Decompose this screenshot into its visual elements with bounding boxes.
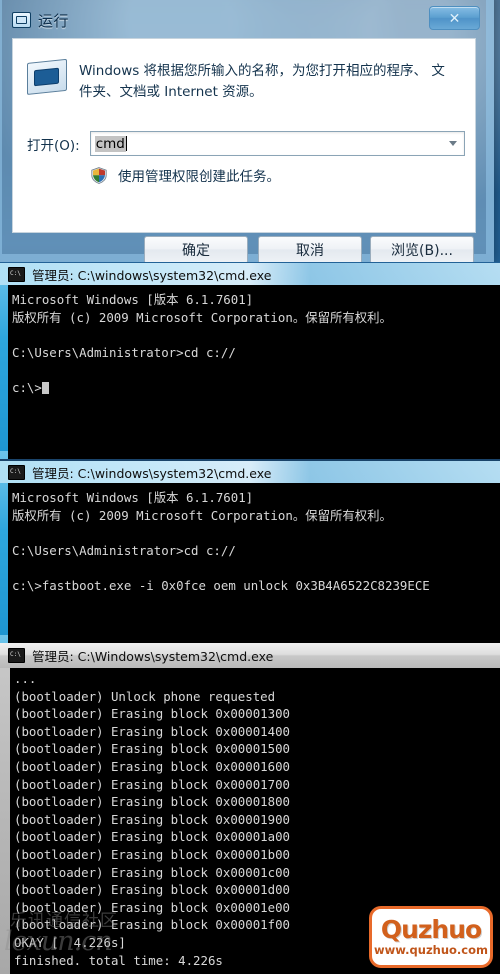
run-dialog-buttonbar: 确定 取消 浏览(B)... xyxy=(12,236,476,262)
quzhuo-logo-title: Quzhuo xyxy=(380,915,482,944)
console-line: (bootloader) Erasing block 0x00001a00 xyxy=(14,829,291,845)
cmd-window-2-titlebar[interactable]: 管理员: C:\windows\system32\cmd.exe xyxy=(0,461,500,483)
quzhuo-logo-url: www.quzhuo.com xyxy=(374,943,488,957)
run-open-row: 打开(O): cmd xyxy=(27,131,465,156)
text-caret xyxy=(125,136,127,151)
cmd-window-2: 管理员: C:\windows\system32\cmd.exe Microso… xyxy=(0,461,500,643)
console-icon xyxy=(8,648,25,663)
console-line: (bootloader) Erasing block 0x00001300 xyxy=(14,706,291,722)
console-cursor xyxy=(41,381,49,394)
shield-icon xyxy=(91,166,107,184)
cmd-window-3-title: 管理员: C:\Windows\system32\cmd.exe xyxy=(32,649,274,664)
console-line: 版权所有 (c) 2009 Microsoft Corporation。保留所有… xyxy=(12,507,392,523)
console-line: (bootloader) Erasing block 0x00001400 xyxy=(14,723,291,739)
run-dialog-window: 运行 ✕ Windows 将根据您所输入的名称，为您打开相应的程序、 文件夹、文… xyxy=(0,0,500,262)
console-line: (bootloader) Erasing block 0x00001900 xyxy=(14,811,291,827)
run-dialog-message-block: Windows 将根据您所输入的名称，为您打开相应的程序、 文件夹、文档或 In… xyxy=(27,58,457,103)
quzhuo-logo-watermark: Quzhuo www.quzhuo.com xyxy=(369,906,493,968)
console-icon xyxy=(8,266,25,282)
console-line: c:\> xyxy=(12,379,500,397)
ok-button[interactable]: 确定 xyxy=(144,236,248,262)
cmd-window-1-console[interactable]: Microsoft Windows [版本 6.1.7601] 版权所有 (c) … xyxy=(8,285,500,459)
screen: 运行 ✕ Windows 将根据您所输入的名称，为您打开相应的程序、 文件夹、文… xyxy=(0,0,500,974)
console-line: (bootloader) Erasing block 0x00001500 xyxy=(14,741,291,757)
console-line: (bootloader) Erasing block 0x00001600 xyxy=(14,758,291,774)
cmd-window-1-title: 管理员: C:\windows\system32\cmd.exe xyxy=(32,267,272,283)
console-icon xyxy=(8,464,25,480)
console-line: Microsoft Windows [版本 6.1.7601] xyxy=(12,292,254,307)
cmd-window-1-titlebar[interactable]: 管理员: C:\windows\system32\cmd.exe xyxy=(0,263,500,285)
cmd-window-1: 管理员: C:\windows\system32\cmd.exe Microso… xyxy=(0,263,500,459)
run-window-icon xyxy=(12,12,31,28)
cmd-window-3-titlebar[interactable]: 管理员: C:\Windows\system32\cmd.exe xyxy=(0,643,500,668)
chevron-down-icon[interactable] xyxy=(449,141,457,146)
run-dialog-body: Windows 将根据您所输入的名称，为您打开相应的程序、 文件夹、文档或 In… xyxy=(12,38,476,233)
close-icon[interactable]: ✕ xyxy=(429,6,480,30)
run-dialog-title: 运行 xyxy=(38,11,70,30)
console-line: (bootloader) Erasing block 0x00001700 xyxy=(14,776,291,792)
console-line: c:\>fastboot.exe -i 0x0fce oem unlock 0x… xyxy=(12,577,430,593)
cancel-button[interactable]: 取消 xyxy=(258,236,362,262)
uac-hint-label: 使用管理权限创建此任务。 xyxy=(118,169,280,185)
console-line: ... xyxy=(14,671,37,686)
cmd-window-2-console[interactable]: Microsoft Windows [版本 6.1.7601] 版权所有 (c) … xyxy=(8,483,500,643)
console-line: C:\Users\Administrator>cd c:// xyxy=(12,344,236,360)
run-program-icon xyxy=(27,58,67,95)
console-line: (bootloader) Erasing block 0x00001d00 xyxy=(14,882,291,898)
console-line: 版权所有 (c) 2009 Microsoft Corporation。保留所有… xyxy=(12,309,392,325)
run-dialog-message: Windows 将根据您所输入的名称，为您打开相应的程序、 文件夹、文档或 In… xyxy=(79,63,445,100)
console-line: C:\Users\Administrator>cd c:// xyxy=(12,542,236,558)
cmd-window-2-title: 管理员: C:\windows\system32\cmd.exe xyxy=(32,465,272,481)
run-command-combobox[interactable]: cmd xyxy=(89,131,465,156)
console-line: (bootloader) Erasing block 0x00001b00 xyxy=(14,846,291,862)
run-command-input[interactable]: cmd xyxy=(94,135,126,152)
console-line: (bootloader) Erasing block 0x00001c00 xyxy=(14,864,291,880)
console-line: Microsoft Windows [版本 6.1.7601] xyxy=(12,490,254,505)
console-line: (bootloader) Unlock phone requested xyxy=(14,688,276,704)
console-line: (bootloader) Erasing block 0x00001800 xyxy=(14,794,291,810)
uac-hint-row: 使用管理权限创建此任务。 xyxy=(91,165,280,185)
open-label: 打开(O): xyxy=(27,137,80,154)
browse-button[interactable]: 浏览(B)... xyxy=(370,236,474,262)
run-dialog-titlebar[interactable]: 运行 ✕ xyxy=(2,2,488,38)
